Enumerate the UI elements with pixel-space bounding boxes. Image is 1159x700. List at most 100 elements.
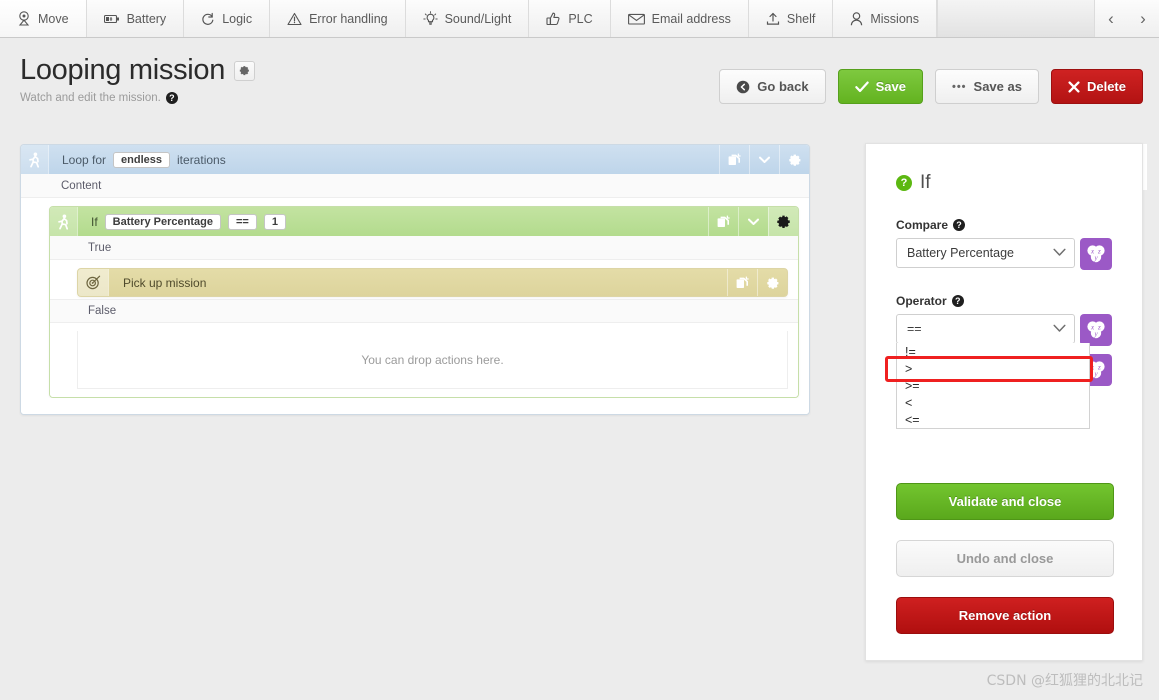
operator-option[interactable]: >= — [897, 377, 1089, 394]
page-title: Looping mission — [20, 56, 256, 85]
save-button[interactable]: Save — [837, 69, 923, 104]
toolbar-item-email-address[interactable]: Email address — [610, 0, 749, 37]
delete-button[interactable]: Delete — [1050, 69, 1143, 104]
logic-loop-icon — [201, 12, 215, 26]
duplicate-icon[interactable] — [719, 145, 749, 174]
toolbar-prev-button[interactable]: ‹ — [1095, 0, 1127, 37]
toolbar-item-label: Error handling — [309, 11, 388, 26]
svg-text:z: z — [1097, 363, 1101, 371]
gear-icon[interactable] — [757, 269, 787, 296]
operator-option[interactable]: > — [897, 360, 1089, 377]
toolbar-item-shelf[interactable]: Shelf — [748, 0, 834, 37]
if-block: If Battery Percentage == 1 True Pick up … — [49, 206, 799, 398]
upload-shelf-icon — [766, 12, 780, 26]
validate-and-close-button[interactable]: Validate and close — [896, 483, 1114, 520]
operator-option[interactable]: < — [897, 394, 1089, 411]
if-operator-value[interactable]: == — [227, 213, 257, 230]
chevron-down-icon[interactable] — [738, 207, 768, 236]
page-header: Looping mission Watch and edit the missi… — [20, 56, 256, 104]
action-row[interactable]: Pick up mission — [77, 268, 788, 297]
compare-label: Compare ? — [896, 218, 1112, 232]
thumbs-up-icon — [546, 12, 561, 26]
if-variable-value[interactable]: Battery Percentage — [104, 213, 221, 230]
undo-and-close-button[interactable]: Undo and close — [896, 540, 1114, 577]
svg-text:z: z — [1097, 247, 1101, 255]
close-x-icon — [1068, 80, 1080, 93]
page-subtitle: Watch and edit the mission. ? — [20, 92, 255, 104]
toolbar-item-sound-light[interactable]: Sound/Light — [405, 0, 530, 37]
operator-option[interactable]: <= — [897, 411, 1089, 428]
operator-label-text: Operator — [896, 294, 947, 308]
lightbulb-icon — [422, 11, 438, 26]
operator-select-row: == x z y — [896, 314, 1112, 346]
toolbar-item-logic[interactable]: Logic — [184, 0, 271, 37]
go-back-button[interactable]: Go back — [719, 69, 826, 104]
toolbar-item-label: Email address — [651, 11, 731, 26]
compare-select[interactable]: Battery Percentage — [896, 238, 1075, 268]
remove-action-button[interactable]: Remove action — [896, 597, 1114, 634]
loop-iterations-value[interactable]: endless — [113, 151, 171, 168]
page-subtitle-text: Watch and edit the mission. — [20, 92, 161, 104]
gear-icon[interactable] — [779, 145, 809, 174]
loop-block-title: Loop for endless iterations — [48, 145, 719, 174]
go-back-label: Go back — [757, 79, 809, 94]
ellipsis-icon: ••• — [951, 80, 967, 93]
move-pin-icon — [17, 11, 31, 26]
help-icon[interactable]: ? — [951, 295, 964, 307]
loop-block: Loop for endless iterations Content If B… — [20, 144, 810, 415]
compare-select-value: Battery Percentage — [907, 246, 1015, 260]
toolbar-item-label: Move — [38, 11, 69, 26]
toolbar-item-error-handling[interactable]: Error handling — [270, 0, 406, 37]
compare-variable-picker-icon[interactable]: x z y — [1080, 238, 1112, 270]
help-icon[interactable]: ? — [896, 175, 912, 191]
page-action-buttons: Go back Save ••• Save as Delete — [719, 69, 1143, 104]
toolbar-next-button[interactable]: › — [1127, 0, 1159, 37]
toolbar-item-label: Logic — [222, 11, 253, 26]
help-icon[interactable]: ? — [953, 219, 966, 231]
walking-person-icon — [21, 145, 48, 174]
if-false-branch: You can drop actions here. — [50, 323, 798, 397]
chevron-down-icon — [1053, 322, 1066, 336]
toolbar-item-label: Battery — [126, 11, 167, 26]
action-category-toolbar: Move Battery Logic Error handling Sound/ — [0, 0, 1159, 38]
save-as-button[interactable]: ••• Save as — [934, 69, 1039, 104]
if-compare-value[interactable]: 1 — [263, 213, 286, 230]
toolbar-item-battery[interactable]: Battery — [86, 0, 185, 37]
loop-block-body: If Battery Percentage == 1 True Pick up … — [21, 198, 809, 414]
duplicate-icon[interactable] — [708, 207, 738, 236]
if-true-label: True — [50, 236, 798, 260]
operator-select-value: == — [907, 322, 922, 336]
user-icon — [850, 11, 863, 26]
walking-person-icon — [50, 207, 77, 236]
battery-icon — [103, 13, 120, 25]
operator-field: Operator ? == x z y != > >= < <= x z y — [885, 294, 1112, 429]
operator-select[interactable]: == — [896, 314, 1075, 344]
if-block-tools — [708, 207, 798, 236]
save-label: Save — [875, 79, 906, 94]
toolbar-item-label: Missions — [870, 11, 919, 26]
duplicate-icon[interactable] — [727, 269, 757, 296]
loop-block-header[interactable]: Loop for endless iterations — [21, 145, 809, 174]
save-as-label: Save as — [973, 79, 1022, 94]
target-icon — [78, 269, 108, 296]
toolbar-item-move[interactable]: Move — [0, 0, 87, 37]
if-block-header[interactable]: If Battery Percentage == 1 — [50, 207, 798, 236]
gear-icon[interactable] — [768, 207, 798, 236]
loop-body-footer — [49, 398, 799, 404]
loop-suffix-label: iterations — [177, 152, 226, 167]
if-properties-panel: ? If Compare ? Battery Percentage x z y … — [865, 143, 1143, 661]
check-icon — [854, 81, 869, 93]
operator-option[interactable]: != — [897, 343, 1089, 360]
toolbar-item-label: Shelf — [786, 11, 816, 26]
if-keyword-label: If — [91, 214, 98, 229]
app-root: Move Battery Logic Error handling Sound/ — [0, 0, 1159, 700]
toolbar-item-plc[interactable]: PLC — [529, 0, 611, 37]
gear-icon[interactable] — [234, 60, 256, 81]
toolbar-item-missions[interactable]: Missions — [833, 0, 937, 37]
compare-field: Compare ? Battery Percentage x z y — [896, 218, 1112, 270]
operator-variable-picker-icon[interactable]: x z y — [1080, 314, 1112, 346]
drop-zone[interactable]: You can drop actions here. — [77, 331, 788, 389]
loop-content-label: Content — [21, 174, 809, 198]
help-icon[interactable]: ? — [165, 92, 178, 104]
chevron-down-icon[interactable] — [749, 145, 779, 174]
